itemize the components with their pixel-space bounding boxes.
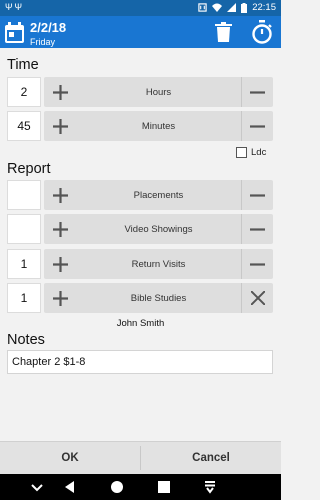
video-showings-stepper: Video Showings (44, 214, 273, 244)
video-showings-row: Video Showings (7, 214, 273, 244)
header-date[interactable]: 2/2/18 (30, 20, 66, 35)
return-visits-increment-button[interactable] (44, 249, 76, 279)
header-day: Friday (30, 37, 56, 47)
ldc-checkbox-box[interactable] (236, 147, 247, 158)
bible-studies-stepper: Bible Studies (44, 283, 273, 313)
plus-icon (52, 187, 68, 203)
minutes-increment-button[interactable] (44, 111, 76, 141)
video-showings-label: Video Showings (124, 223, 193, 235)
navigation-bar (0, 474, 281, 500)
plus-icon (52, 256, 68, 272)
ldc-label: Ldc (251, 147, 267, 158)
return-visits-decrement-button[interactable] (241, 249, 273, 279)
ok-button[interactable]: OK (0, 442, 140, 474)
hours-stepper: Hours (44, 77, 273, 107)
minus-icon (250, 262, 265, 266)
placements-label: Placements (133, 189, 184, 201)
clock: 22:15 (252, 2, 276, 13)
wifi-icon (212, 3, 223, 12)
bible-studies-label: Bible Studies (130, 292, 187, 304)
placements-decrement-button[interactable] (241, 180, 273, 210)
time-section-title: Time (7, 57, 39, 73)
return-visits-label: Return Visits (131, 258, 186, 270)
status-bar: ΨΨ 22:15 (0, 0, 281, 16)
battery-icon (241, 2, 248, 13)
plus-icon (52, 84, 68, 100)
return-visits-stepper: Return Visits (44, 249, 273, 279)
minus-icon (250, 227, 265, 231)
cancel-button[interactable]: Cancel (141, 442, 281, 474)
hours-row: 2 Hours (7, 77, 273, 107)
dialog-footer: OK Cancel (0, 441, 281, 474)
bible-studies-clear-button[interactable] (241, 283, 273, 313)
bible-studies-value[interactable]: 1 (7, 283, 41, 313)
back-icon[interactable] (62, 479, 78, 495)
recents-icon[interactable] (156, 479, 172, 495)
minutes-row: 45 Minutes (7, 111, 273, 141)
video-showings-increment-button[interactable] (44, 214, 76, 244)
plus-icon (52, 221, 68, 237)
close-icon (250, 291, 265, 305)
trash-icon[interactable] (215, 22, 232, 42)
hours-decrement-button[interactable] (241, 77, 273, 107)
notes-input[interactable]: Chapter 2 $1-8 (7, 350, 273, 374)
plus-icon (52, 118, 68, 134)
app-bar: 2/2/18 Friday (0, 16, 281, 48)
return-visits-row: 1 Return Visits (7, 249, 273, 279)
ldc-checkbox[interactable]: Ldc (236, 147, 266, 158)
notes-section-title: Notes (7, 332, 45, 348)
placements-stepper: Placements (44, 180, 273, 210)
hours-label: Hours (145, 86, 172, 98)
minutes-label: Minutes (141, 120, 176, 132)
stopwatch-icon[interactable] (251, 20, 273, 44)
nfc-icon (198, 3, 207, 12)
chevron-down-icon[interactable] (29, 479, 45, 495)
report-section-title: Report (7, 161, 51, 177)
notification-icons: ΨΨ (5, 2, 25, 12)
home-icon[interactable] (109, 479, 125, 495)
minus-icon (250, 90, 265, 94)
return-visits-value[interactable]: 1 (7, 249, 41, 279)
hours-increment-button[interactable] (44, 77, 76, 107)
minus-icon (250, 124, 265, 128)
placements-row: Placements (7, 180, 273, 210)
minutes-stepper: Minutes (44, 111, 273, 141)
calendar-icon[interactable] (5, 22, 24, 43)
bible-study-student-name[interactable]: John Smith (0, 318, 281, 329)
plus-icon (52, 290, 68, 306)
notification-panel-icon[interactable] (202, 479, 218, 495)
video-showings-value[interactable] (7, 214, 41, 244)
minutes-decrement-button[interactable] (241, 111, 273, 141)
video-showings-decrement-button[interactable] (241, 214, 273, 244)
signal-icon (227, 3, 237, 12)
bible-studies-row: 1 Bible Studies (7, 283, 273, 313)
placements-value[interactable] (7, 180, 41, 210)
hours-value[interactable]: 2 (7, 77, 41, 107)
bible-studies-increment-button[interactable] (44, 283, 76, 313)
minus-icon (250, 193, 265, 197)
placements-increment-button[interactable] (44, 180, 76, 210)
minutes-value[interactable]: 45 (7, 111, 41, 141)
